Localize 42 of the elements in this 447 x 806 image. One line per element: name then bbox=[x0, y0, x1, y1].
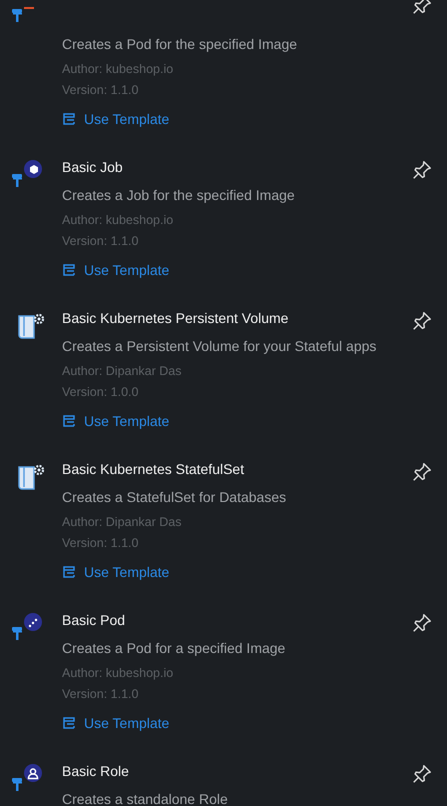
template-version: Version: 1.1.0 bbox=[62, 686, 140, 703]
template-description: Creates a Pod for the specified Image bbox=[62, 35, 298, 54]
template-description: Creates a standalone Role bbox=[62, 790, 229, 806]
template-icon bbox=[62, 716, 76, 730]
template-title: Basic Job bbox=[62, 158, 124, 177]
template-author: Author: kubeshop.io bbox=[62, 212, 174, 229]
template-description: Creates a Pod for a specified Image bbox=[62, 639, 286, 658]
template-title: Basic Role bbox=[62, 762, 130, 781]
use-template-link[interactable]: Use Template bbox=[62, 562, 170, 582]
pin-icon[interactable] bbox=[411, 310, 433, 332]
use-template-link[interactable]: Use Template bbox=[62, 109, 170, 129]
template-description: Creates a Job for the specified Image bbox=[62, 186, 296, 205]
template-author: Author: kubeshop.io bbox=[62, 61, 174, 78]
template-version: Version: 1.1.0 bbox=[62, 535, 140, 552]
template-title: Basic Pod bbox=[62, 611, 126, 630]
paint-roller-icon bbox=[10, 761, 44, 793]
template-icon bbox=[62, 112, 76, 126]
pin-icon[interactable] bbox=[411, 612, 433, 634]
use-template-link[interactable]: Use Template bbox=[62, 411, 170, 431]
template-version: Version: 1.1.0 bbox=[62, 233, 140, 250]
template-title: Basic Kubernetes Persistent Volume bbox=[62, 309, 290, 328]
template-version: Version: 1.1.0 bbox=[62, 82, 140, 99]
paint-roller-icon bbox=[10, 610, 44, 642]
template-version: Version: 1.0.0 bbox=[62, 384, 140, 401]
pin-icon[interactable] bbox=[411, 159, 433, 181]
template-description: Creates a StatefulSet for Databases bbox=[62, 488, 288, 507]
template-icon bbox=[62, 414, 76, 428]
template-icon bbox=[62, 565, 76, 579]
template-author: Author: Dipankar Das bbox=[62, 514, 183, 531]
template-author: Author: kubeshop.io bbox=[62, 665, 174, 682]
document-gear-icon bbox=[16, 312, 46, 342]
use-template-link[interactable]: Use Template bbox=[62, 713, 170, 733]
template-description: Creates a Persistent Volume for your Stateful apps bbox=[62, 337, 378, 356]
pin-icon[interactable] bbox=[411, 461, 433, 483]
pin-icon[interactable] bbox=[411, 0, 433, 16]
template-author: Author: Dipankar Das bbox=[62, 363, 183, 380]
use-template-link[interactable]: Use Template bbox=[62, 260, 170, 280]
template-title: Basic Kubernetes StatefulSet bbox=[62, 460, 246, 479]
template-icon bbox=[62, 263, 76, 277]
paint-roller-icon bbox=[10, 157, 44, 189]
pin-icon[interactable] bbox=[411, 763, 433, 785]
document-gear-icon bbox=[16, 463, 46, 493]
